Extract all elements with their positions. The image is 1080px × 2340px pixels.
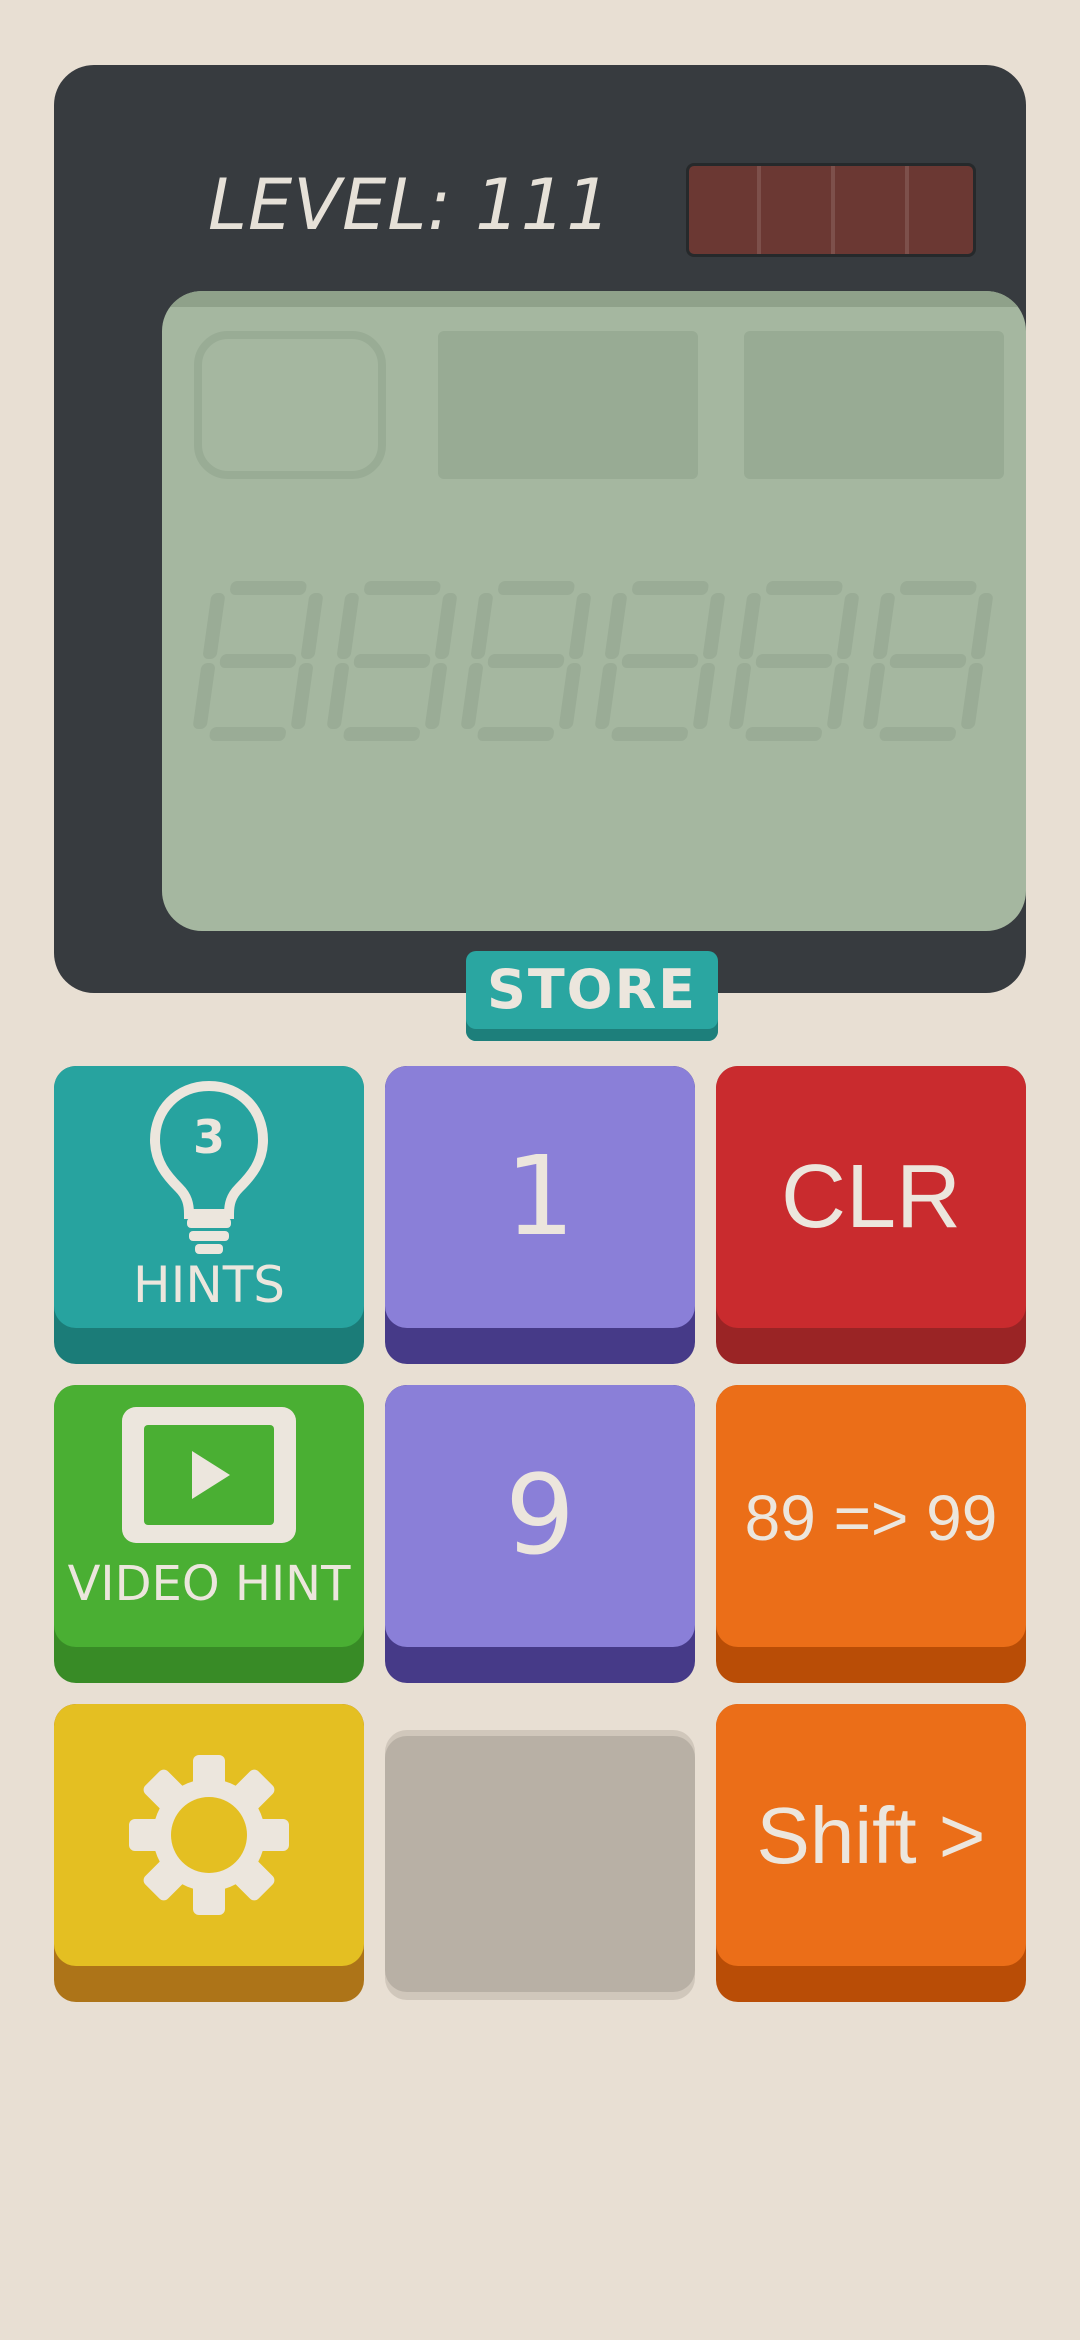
lcd-moves-count-slot (744, 331, 1004, 479)
lcd-segment (342, 727, 421, 741)
lcd-segment (568, 593, 592, 659)
empty-button-slot (385, 1730, 695, 2000)
lcd-segment (487, 654, 565, 668)
lcd-segment (290, 663, 314, 729)
clear-button[interactable]: CLR (716, 1066, 1026, 1364)
lcd-segment (460, 663, 484, 729)
lcd-segment (889, 654, 967, 668)
play-video-icon (122, 1407, 296, 1543)
lcd-digit (459, 581, 593, 741)
lcd-segment (336, 593, 360, 659)
solar-panel (686, 163, 976, 257)
lcd-segment (960, 663, 984, 729)
lcd-segment (738, 593, 762, 659)
lcd-segment (970, 593, 994, 659)
lcd-digit (861, 581, 995, 741)
lcd-segment (363, 581, 442, 595)
lcd-moves-slot (194, 331, 386, 479)
lcd-segment (862, 663, 886, 729)
lcd-segment (872, 593, 896, 659)
lcd-segment (476, 727, 555, 741)
lcd-segment (692, 663, 716, 729)
lcd-digit (727, 581, 861, 741)
lcd-digit-row (192, 581, 1002, 741)
lcd-segment (836, 593, 860, 659)
hints-button[interactable]: 3 HINTS (54, 1066, 364, 1364)
lcd-digit (191, 581, 325, 741)
hints-label: HINTS (132, 1256, 286, 1314)
lcd-digit (325, 581, 459, 741)
lcd-segment (631, 581, 710, 595)
lcd-segment (219, 654, 297, 668)
lightbulb-icon (149, 1080, 269, 1254)
lcd-segment (728, 663, 752, 729)
hints-button-face: 3 HINTS (54, 1066, 364, 1328)
number-1-button[interactable]: 1 (385, 1066, 695, 1364)
settings-button[interactable] (54, 1704, 364, 2002)
gear-icon (129, 1755, 289, 1915)
lcd-segment (899, 581, 978, 595)
lcd-segment (424, 663, 448, 729)
lcd-segment (594, 663, 618, 729)
lcd-screen (162, 291, 1026, 931)
lcd-segment (434, 593, 458, 659)
number-9-label: 9 (505, 1451, 575, 1579)
lcd-segment (208, 727, 287, 741)
lcd-segment (202, 593, 226, 659)
lcd-segment (558, 663, 582, 729)
lcd-segment (300, 593, 324, 659)
calculator-display-panel: LEVEL: 111 STORE (54, 65, 1026, 1041)
lcd-segment (765, 581, 844, 595)
lcd-segment (621, 654, 699, 668)
replace-89-with-99-button[interactable]: 89 => 99 (716, 1385, 1026, 1683)
lcd-segment (470, 593, 494, 659)
lcd-segment (326, 663, 350, 729)
lcd-segment (229, 581, 308, 595)
hints-count: 3 (192, 1110, 225, 1164)
lcd-segment (826, 663, 850, 729)
lcd-segment (755, 654, 833, 668)
shift-label: Shift > (756, 1791, 986, 1880)
lcd-segment (497, 581, 576, 595)
shift-right-button[interactable]: Shift > (716, 1704, 1026, 2002)
lcd-segment (878, 727, 957, 741)
lcd-goal-slot (438, 331, 698, 479)
replace-label: 89 => 99 (744, 1482, 998, 1554)
store-button[interactable]: STORE (466, 951, 718, 1041)
lcd-digit (593, 581, 727, 741)
number-1-label: 1 (505, 1132, 575, 1260)
video-hint-label: VIDEO HINT (67, 1556, 351, 1612)
video-hint-button[interactable]: VIDEO HINT (54, 1385, 364, 1683)
clear-label: CLR (780, 1147, 962, 1247)
lcd-segment (702, 593, 726, 659)
level-indicator: LEVEL: 111 (208, 164, 612, 246)
lcd-segment (192, 663, 216, 729)
lcd-segment (604, 593, 628, 659)
number-9-button[interactable]: 9 (385, 1385, 695, 1683)
lcd-segment (610, 727, 689, 741)
lcd-segment (744, 727, 823, 741)
lcd-segment (353, 654, 431, 668)
